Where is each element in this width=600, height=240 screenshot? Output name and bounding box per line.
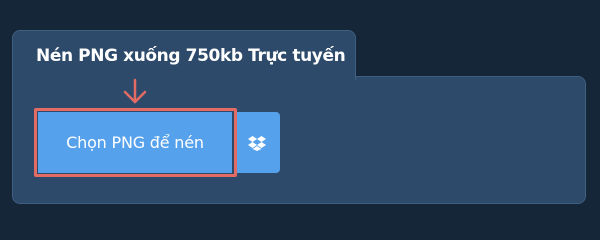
dropbox-icon (248, 135, 266, 151)
arrow-down-icon (123, 78, 147, 104)
dropbox-button[interactable] (234, 112, 280, 173)
page-title: Nén PNG xuống 750kb Trực tuyến (36, 46, 346, 66)
highlight-frame (34, 108, 237, 177)
